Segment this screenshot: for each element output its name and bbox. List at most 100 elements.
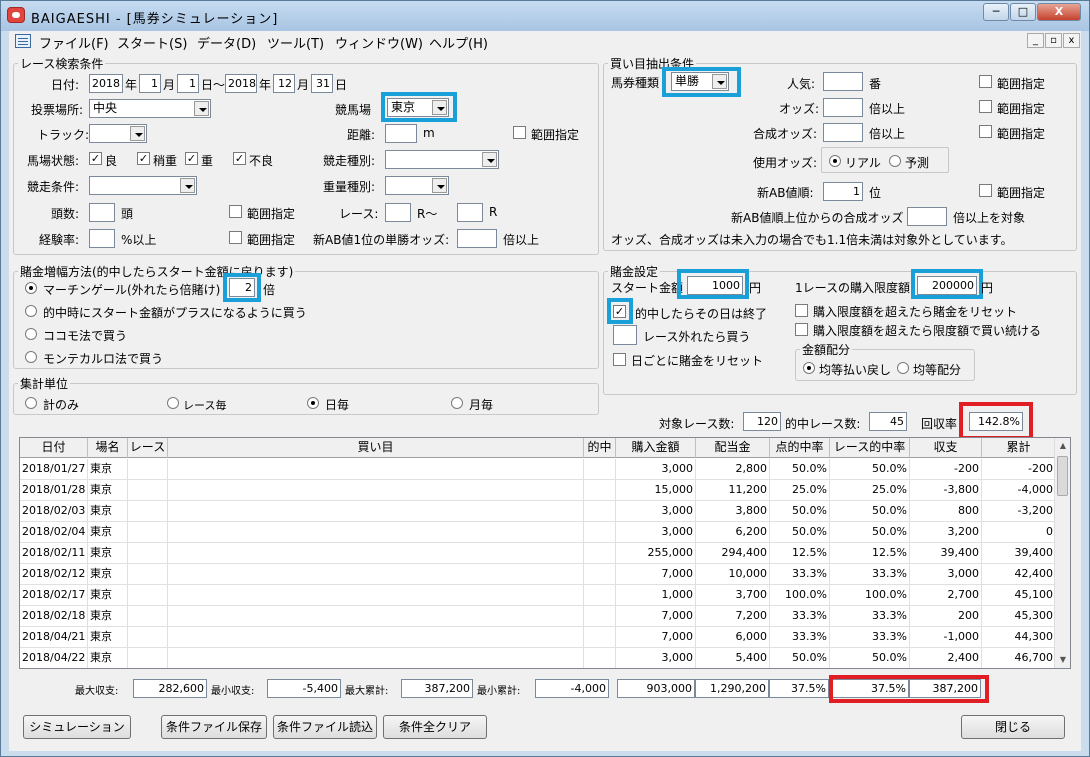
newab-input[interactable]: 1	[823, 182, 863, 201]
close-button[interactable]: 閉じる	[961, 715, 1065, 739]
col-race-hit-rate[interactable]: レース的中率	[830, 438, 910, 458]
use-pred-radio[interactable]	[889, 155, 901, 167]
table-row[interactable]: 2018/02/17 東京 1,000 3,700 100.0% 100.0% 2,700 4…	[20, 585, 1056, 606]
table-cell	[128, 564, 168, 585]
exp-range-checkbox[interactable]	[229, 231, 242, 244]
load-conditions-button[interactable]: 条件ファイル読込	[273, 715, 377, 739]
scroll-down-icon[interactable]: ▼	[1055, 652, 1070, 668]
table-scrollbar[interactable]: ▲ ▼	[1054, 438, 1070, 668]
col-race[interactable]: レース	[128, 438, 168, 458]
odds1-input[interactable]	[457, 229, 497, 248]
heads-range-checkbox[interactable]	[229, 205, 242, 218]
col-buy[interactable]: 購入金額	[616, 438, 696, 458]
table-cell: 3,200	[910, 522, 982, 543]
table-cell	[168, 522, 584, 543]
simulate-button[interactable]: シミュレーション	[23, 715, 131, 739]
document-menu-icon[interactable]	[15, 34, 31, 48]
race-type-select[interactable]	[385, 150, 499, 169]
table-cell	[168, 585, 584, 606]
agg-day-radio[interactable]	[307, 397, 319, 409]
menu-start[interactable]: スタート(S)	[117, 33, 187, 52]
col-balance[interactable]: 収支	[910, 438, 982, 458]
popularity-input[interactable]	[823, 72, 863, 91]
maximize-button[interactable]: □	[1010, 3, 1036, 21]
cond-bad-checkbox[interactable]: ✓	[233, 152, 246, 165]
cond-good-label: 良	[105, 154, 118, 168]
track-select[interactable]	[89, 124, 147, 143]
table-row[interactable]: 2018/01/28 東京 15,000 11,200 25.0% 25.0% -3,800…	[20, 480, 1056, 501]
reset-over-checkbox[interactable]	[795, 304, 808, 317]
alloc-equal-payout-radio[interactable]	[803, 362, 815, 374]
newab-comp-input[interactable]	[907, 207, 947, 226]
to-day-input[interactable]: 31	[311, 74, 333, 93]
scroll-thumb[interactable]	[1057, 456, 1068, 496]
race-from-input[interactable]	[385, 203, 411, 222]
table-row[interactable]: 2018/01/27 東京 3,000 2,800 50.0% 50.0% -200 -200	[20, 459, 1056, 480]
minimize-button[interactable]: ─	[983, 3, 1009, 21]
col-bets[interactable]: 買い目	[168, 438, 584, 458]
menu-tools[interactable]: ツール(T)	[267, 33, 324, 52]
plus-on-hit-radio[interactable]	[25, 305, 37, 317]
col-payout[interactable]: 配当金	[696, 438, 770, 458]
cond-good-checkbox[interactable]: ✓	[89, 152, 102, 165]
alloc-equal-radio[interactable]	[897, 362, 909, 374]
menu-window[interactable]: ウィンドウ(W)	[335, 33, 423, 52]
close-window-button[interactable]: X	[1037, 3, 1081, 21]
menu-help[interactable]: ヘルプ(H)	[429, 33, 488, 52]
from-month-input[interactable]: 1	[139, 74, 161, 93]
exp-input[interactable]	[89, 229, 115, 248]
race-cond-select[interactable]	[89, 176, 197, 195]
save-conditions-button[interactable]: 条件ファイル保存	[161, 715, 267, 739]
odds-input[interactable]	[823, 98, 863, 117]
clear-conditions-button[interactable]: 条件全クリア	[383, 715, 487, 739]
agg-race-radio[interactable]	[167, 397, 179, 409]
use-real-radio[interactable]	[829, 155, 841, 167]
from-year-unit: 年	[125, 78, 138, 92]
popularity-range-checkbox[interactable]	[979, 75, 992, 88]
from-day-input[interactable]: 1	[177, 74, 199, 93]
cond-heavy-checkbox[interactable]: ✓	[185, 152, 198, 165]
montecarlo-radio[interactable]	[25, 351, 37, 363]
agg-month-radio[interactable]	[451, 397, 463, 409]
to-year-input[interactable]: 2018	[225, 74, 257, 93]
heads-label: 頭数:	[51, 207, 80, 221]
results-table[interactable]: 日付 場名 レース 買い目 的中 購入金額 配当金 点的中率 レース的中率 収支…	[19, 437, 1071, 669]
table-row[interactable]: 2018/04/21 東京 7,000 6,000 33.3% 33.3% -1,000 44…	[20, 627, 1056, 648]
distance-range-checkbox[interactable]	[513, 126, 526, 139]
mdi-close-button[interactable]: x	[1063, 33, 1080, 48]
col-point-hit-rate[interactable]: 点的中率	[770, 438, 830, 458]
newab-range-checkbox[interactable]	[979, 184, 992, 197]
menu-data[interactable]: データ(D)	[197, 33, 256, 52]
table-row[interactable]: 2018/02/03 東京 3,000 3,800 50.0% 50.0% 800 -3,20…	[20, 501, 1056, 522]
keep-over-checkbox[interactable]	[795, 323, 808, 336]
weight-type-select[interactable]	[385, 176, 449, 195]
table-row[interactable]: 2018/02/18 東京 7,000 7,200 33.3% 33.3% 200 45,30…	[20, 606, 1056, 627]
martingale-radio[interactable]	[25, 282, 37, 294]
comp-odds-input[interactable]	[823, 123, 863, 142]
race-miss-input[interactable]	[613, 325, 637, 345]
col-date[interactable]: 日付	[20, 438, 88, 458]
cond-slightly-heavy-checkbox[interactable]: ✓	[137, 152, 150, 165]
to-month-input[interactable]: 12	[273, 74, 295, 93]
table-row[interactable]: 2018/04/22 東京 3,000 5,400 50.0% 50.0% 2,400 46,…	[20, 648, 1056, 668]
mdi-minimize-button[interactable]: _	[1027, 33, 1044, 48]
reset-daily-checkbox[interactable]	[613, 353, 626, 366]
race-to-input[interactable]	[457, 203, 483, 222]
col-hit[interactable]: 的中	[584, 438, 616, 458]
col-cumulative[interactable]: 累計	[982, 438, 1056, 458]
scroll-up-icon[interactable]: ▲	[1055, 438, 1070, 454]
menu-file[interactable]: ファイル(F)	[39, 33, 109, 52]
distance-input[interactable]	[385, 124, 417, 143]
heads-input[interactable]	[89, 203, 115, 222]
agg-total-radio[interactable]	[25, 397, 37, 409]
table-row[interactable]: 2018/02/12 東京 7,000 10,000 33.3% 33.3% 3,000 42…	[20, 564, 1056, 585]
table-row[interactable]: 2018/02/11 東京 255,000 294,400 12.5% 12.5% 39,4…	[20, 543, 1056, 564]
table-row[interactable]: 2018/02/04 東京 3,000 6,200 50.0% 50.0% 3,200 0	[20, 522, 1056, 543]
venue-select[interactable]: 中央	[89, 99, 211, 118]
cocomo-radio[interactable]	[25, 328, 37, 340]
from-year-input[interactable]: 2018	[89, 74, 123, 93]
mdi-restore-button[interactable]: ▫	[1045, 33, 1062, 48]
comp-odds-range-checkbox[interactable]	[979, 125, 992, 138]
odds-range-checkbox[interactable]	[979, 100, 992, 113]
col-venue[interactable]: 場名	[88, 438, 128, 458]
